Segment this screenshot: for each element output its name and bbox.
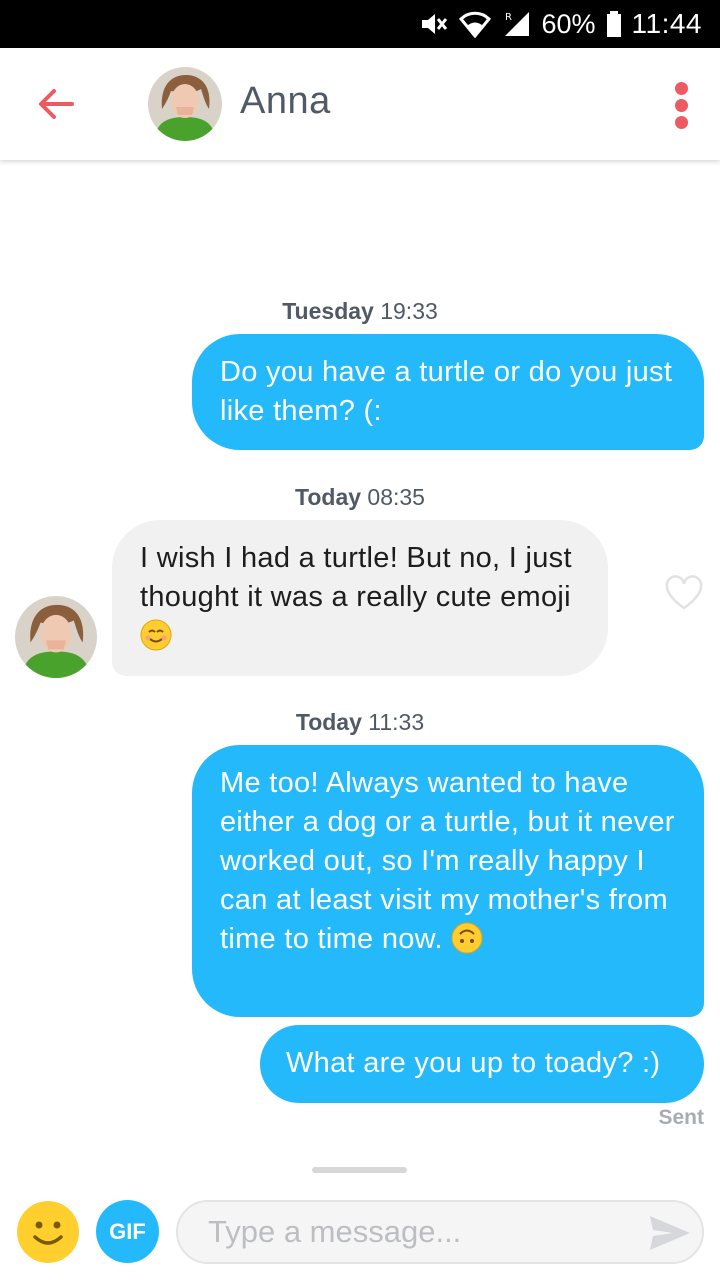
mute-icon [419, 10, 449, 38]
clock: 11:44 [631, 8, 702, 39]
emoji-button[interactable] [16, 1200, 80, 1264]
battery-icon [606, 10, 622, 38]
timestamp: Tuesday 19:33 [282, 298, 438, 324]
message-text: Me too! Always wanted to have either a d… [220, 767, 675, 955]
incoming-message[interactable]: I wish I had a turtle! But no, I just th… [112, 520, 608, 676]
message-input-field[interactable] [176, 1200, 704, 1264]
wifi-icon [459, 10, 492, 38]
message-text: I wish I had a turtle! But no, I just th… [140, 542, 572, 613]
avatar[interactable] [148, 67, 222, 141]
scroll-handle [312, 1167, 407, 1173]
sent-status: Sent [658, 1106, 704, 1129]
avatar[interactable] [15, 596, 97, 678]
contact-name[interactable]: Anna [240, 80, 331, 123]
send-icon[interactable] [648, 1214, 692, 1252]
chat-header: Anna [0, 48, 720, 160]
gif-button[interactable]: GIF [96, 1200, 159, 1263]
back-arrow-icon[interactable] [34, 82, 78, 126]
message-input[interactable] [208, 1202, 628, 1262]
upside-down-face-icon [451, 922, 483, 954]
battery-percent: 60% [541, 8, 596, 39]
heart-icon[interactable] [664, 575, 704, 611]
signal-icon: R [501, 10, 531, 38]
smiling-face-icon [140, 619, 172, 651]
status-bar: R 60% 11:44 [0, 0, 720, 48]
message-text: What are you up to toady? :) [286, 1047, 661, 1079]
timestamp: Today 11:33 [295, 709, 425, 735]
kebab-menu-icon[interactable] [668, 80, 696, 130]
timestamp: Today 08:35 [295, 484, 425, 510]
outgoing-message[interactable]: Me too! Always wanted to have either a d… [192, 745, 704, 1017]
outgoing-message[interactable]: Do you have a turtle or do you just like… [192, 334, 704, 450]
svg-text:R: R [505, 12, 512, 23]
message-text: Do you have a turtle or do you just like… [220, 356, 673, 427]
outgoing-message[interactable]: What are you up to toady? :) [260, 1025, 704, 1103]
